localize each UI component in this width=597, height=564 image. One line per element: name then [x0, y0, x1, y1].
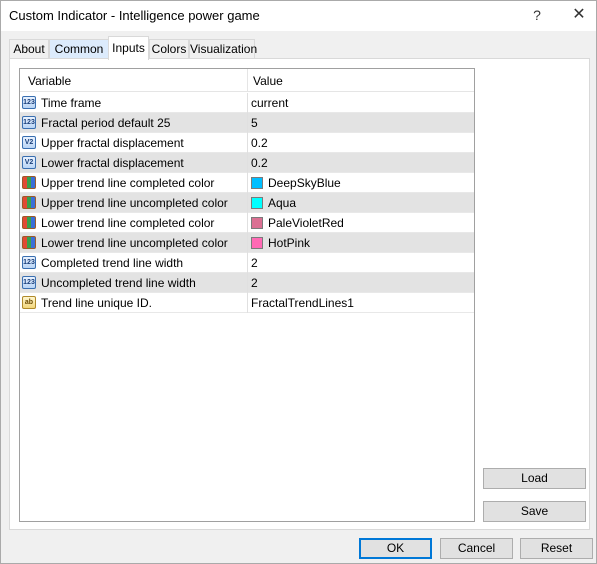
- row-value[interactable]: DeepSkyBlue: [268, 176, 341, 190]
- row-variable: Upper trend line uncompleted color: [41, 196, 228, 210]
- table-row[interactable]: 123 Uncompleted trend line width 2: [20, 273, 474, 293]
- table-row[interactable]: Lower trend line uncompleted color HotPi…: [20, 233, 474, 253]
- integer-icon: 123: [22, 96, 36, 109]
- cell-divider: [247, 173, 248, 193]
- color-swatch[interactable]: [251, 237, 263, 249]
- cell-divider: [247, 273, 248, 293]
- table-row[interactable]: Upper trend line completed color DeepSky…: [20, 173, 474, 193]
- column-header-value[interactable]: Value: [253, 74, 283, 88]
- cell-divider: [247, 113, 248, 133]
- save-button[interactable]: Save: [483, 501, 586, 522]
- color-icon: [22, 236, 36, 249]
- row-value[interactable]: PaleVioletRed: [268, 216, 344, 230]
- row-value[interactable]: Aqua: [268, 196, 296, 210]
- tab-colors[interactable]: Colors: [149, 39, 189, 59]
- row-variable: Lower fractal displacement: [41, 156, 184, 170]
- inputs-grid: Variable Value 123 Time frame current 12…: [19, 68, 475, 522]
- grid-header: Variable Value: [20, 69, 474, 92]
- color-swatch[interactable]: [251, 197, 263, 209]
- row-variable: Time frame: [41, 96, 102, 110]
- tab-about[interactable]: About: [9, 39, 49, 59]
- color-icon: [22, 176, 36, 189]
- window-title: Custom Indicator - Intelligence power ga…: [9, 8, 260, 23]
- integer-icon: 123: [22, 116, 36, 129]
- double-icon: V2: [22, 156, 36, 169]
- color-icon: [22, 196, 36, 209]
- row-value[interactable]: 5: [251, 116, 258, 130]
- row-variable: Completed trend line width: [41, 256, 184, 270]
- table-row[interactable]: Upper trend line uncompleted color Aqua: [20, 193, 474, 213]
- row-value[interactable]: current: [251, 96, 288, 110]
- dialog-window: Custom Indicator - Intelligence power ga…: [0, 0, 597, 564]
- row-variable: Uncompleted trend line width: [41, 276, 196, 290]
- reset-button[interactable]: Reset: [520, 538, 593, 559]
- row-variable: Upper trend line completed color: [41, 176, 215, 190]
- row-variable: Upper fractal displacement: [41, 136, 184, 150]
- ok-button[interactable]: OK: [359, 538, 432, 559]
- help-button[interactable]: ?: [525, 3, 549, 27]
- tab-common[interactable]: Common: [49, 39, 109, 59]
- table-row[interactable]: 123 Fractal period default 25 5: [20, 113, 474, 133]
- title-bar: Custom Indicator - Intelligence power ga…: [1, 1, 596, 31]
- row-variable: Fractal period default 25: [41, 116, 171, 130]
- cell-divider: [247, 153, 248, 173]
- table-row[interactable]: V2 Lower fractal displacement 0.2: [20, 153, 474, 173]
- cell-divider: [247, 213, 248, 233]
- cell-divider: [247, 293, 248, 313]
- table-row[interactable]: V2 Upper fractal displacement 0.2: [20, 133, 474, 153]
- tab-inputs[interactable]: Inputs: [108, 36, 149, 60]
- double-icon: V2: [22, 136, 36, 149]
- column-divider[interactable]: [247, 69, 248, 92]
- column-header-variable[interactable]: Variable: [28, 74, 71, 88]
- table-row[interactable]: Lower trend line completed color PaleVio…: [20, 213, 474, 233]
- row-value[interactable]: 2: [251, 256, 258, 270]
- color-icon: [22, 216, 36, 229]
- string-icon: ab: [22, 296, 36, 309]
- color-swatch[interactable]: [251, 177, 263, 189]
- cell-divider: [247, 133, 248, 153]
- integer-icon: 123: [22, 256, 36, 269]
- cell-divider: [247, 253, 248, 273]
- integer-icon: 123: [22, 276, 36, 289]
- cancel-button[interactable]: Cancel: [440, 538, 513, 559]
- row-variable: Trend line unique ID.: [41, 296, 152, 310]
- table-row[interactable]: 123 Time frame current: [20, 93, 474, 113]
- row-value[interactable]: 0.2: [251, 156, 268, 170]
- cell-divider: [247, 193, 248, 213]
- load-button[interactable]: Load: [483, 468, 586, 489]
- row-value[interactable]: 0.2: [251, 136, 268, 150]
- inputs-panel: Variable Value 123 Time frame current 12…: [9, 58, 590, 530]
- row-variable: Lower trend line uncompleted color: [41, 236, 228, 250]
- color-swatch[interactable]: [251, 217, 263, 229]
- cell-divider: [247, 93, 248, 113]
- row-value[interactable]: 2: [251, 276, 258, 290]
- row-variable: Lower trend line completed color: [41, 216, 215, 230]
- close-button[interactable]: ✕: [565, 3, 593, 27]
- cell-divider: [247, 233, 248, 253]
- table-row[interactable]: 123 Completed trend line width 2: [20, 253, 474, 273]
- row-value[interactable]: FractalTrendLines1: [251, 296, 354, 310]
- tab-visualization[interactable]: Visualization: [189, 39, 257, 59]
- row-value[interactable]: HotPink: [268, 236, 310, 250]
- table-row[interactable]: ab Trend line unique ID. FractalTrendLin…: [20, 293, 474, 313]
